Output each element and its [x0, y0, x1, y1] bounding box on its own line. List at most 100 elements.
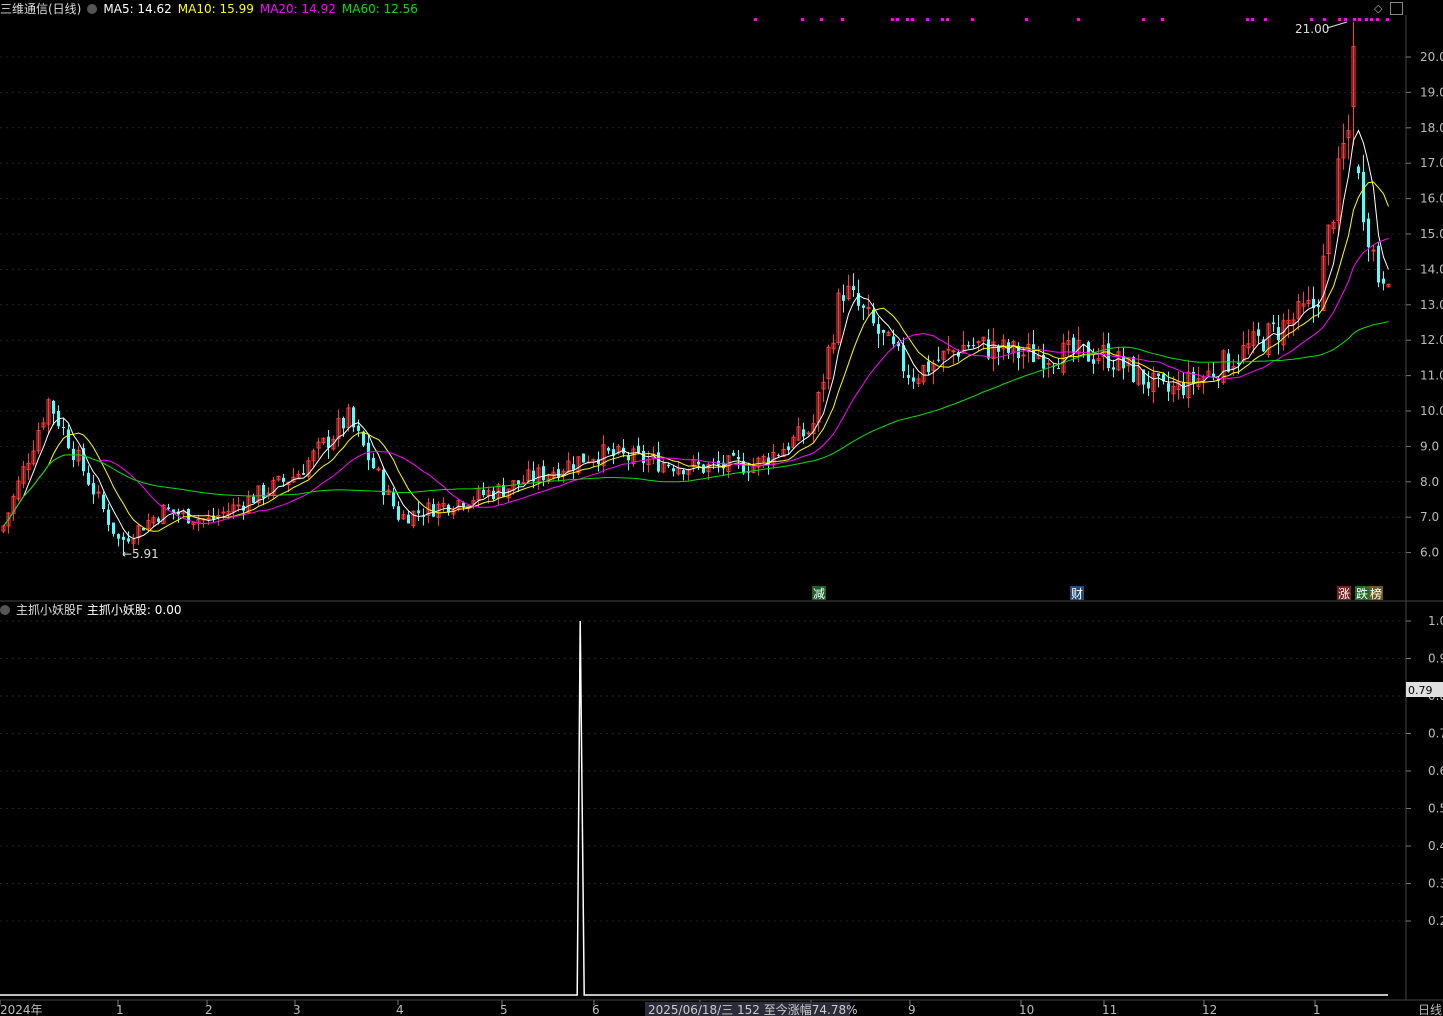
signal-dot [906, 18, 909, 21]
candle-body-down [657, 452, 660, 472]
candle-body-down [1227, 353, 1230, 372]
sub-y-tick-label: 0.5 [1428, 802, 1443, 816]
candle-body-down [397, 506, 400, 520]
signal-dot [1370, 18, 1373, 21]
sub-y-tick-label: 1.0 [1428, 614, 1443, 628]
candle-body-down [1317, 305, 1320, 308]
x-tick-label: 1 [116, 1003, 124, 1016]
candle-body-down [432, 504, 435, 517]
candle-body-down [392, 491, 395, 507]
signal-dot [801, 18, 804, 21]
main-y-tick-label: 9.0 [1420, 439, 1439, 453]
chart-canvas[interactable]: 20.019.018.017.016.015.014.013.012.011.0… [0, 0, 1443, 1016]
signal-dot [1251, 18, 1254, 21]
candle-body-down [1167, 383, 1170, 392]
sub-y-tick-label: 0.7 [1428, 727, 1443, 741]
signal-dot [1246, 18, 1249, 21]
sub-y-tick-label: 0.6 [1428, 764, 1443, 778]
ma-line-ma5 [3, 129, 1389, 540]
candle-body-down [862, 305, 865, 308]
candle-body-down [912, 377, 915, 382]
candle-body-down [127, 538, 130, 542]
candle-body-down [1182, 382, 1185, 396]
candle-body-down [407, 514, 410, 524]
candle-body-down [117, 534, 120, 539]
candle-body-down [112, 522, 115, 534]
candle-body-down [802, 429, 805, 437]
candle-body-down [972, 345, 975, 347]
indicator-toggle-icon[interactable] [0, 605, 10, 615]
x-tick-label: 12 [1202, 1003, 1217, 1016]
candle-body-down [882, 329, 885, 333]
signal-dot [891, 18, 894, 21]
candle-body-up [1021, 354, 1026, 357]
settings-toggle-icon[interactable] [87, 4, 98, 14]
candle-body-down [367, 442, 370, 461]
candle-body-down [72, 448, 75, 460]
candle-body-down [1367, 218, 1370, 248]
main-y-tick-label: 18.0 [1420, 121, 1443, 135]
candle-body-down [582, 453, 585, 463]
signal-dot [1264, 18, 1267, 21]
candle-body-down [342, 418, 345, 429]
x-tick-label: 2 [205, 1003, 213, 1016]
candle-body-up [236, 504, 241, 507]
candle-body-down [482, 489, 485, 495]
candle-body-down [372, 457, 375, 469]
event-marker-label: 减 [813, 587, 825, 601]
event-marker-label: 财 [1071, 587, 1083, 601]
main-y-tick-label: 17.0 [1420, 156, 1443, 170]
main-y-tick-label: 20.0 [1420, 50, 1443, 64]
candle-body-down [1092, 359, 1095, 364]
signal-dot [1344, 18, 1347, 21]
main-y-tick-label: 10.0 [1420, 404, 1443, 418]
candle-body-down [697, 461, 700, 465]
x-tick-label: 6 [592, 1003, 600, 1016]
x-tick-label: 2024年 [0, 1003, 43, 1016]
candle-body-down [167, 507, 170, 509]
candle-body-down [1087, 342, 1090, 362]
candle-body-down [877, 324, 880, 334]
x-tick-label: 1 [1313, 1003, 1321, 1016]
signal-dot [841, 18, 844, 21]
ma5-label: MA5: 14.62 [103, 2, 172, 16]
candle-body-down [702, 464, 705, 473]
ma20-label: MA20: 14.92 [259, 2, 336, 16]
ma60-label: MA60: 12.56 [341, 2, 418, 16]
candle-body-down [737, 456, 740, 460]
candle-body-down [502, 485, 505, 497]
signal-dot [1025, 18, 1028, 21]
candle-body-down [357, 425, 360, 431]
candle-body-down [302, 473, 305, 475]
candle-body-down [417, 510, 420, 514]
candle-body-down [642, 450, 645, 464]
high-price-label: 21.00 [1295, 22, 1329, 36]
signal-dot [946, 18, 949, 21]
signal-dot [1376, 18, 1379, 21]
candle-body-down [902, 345, 905, 372]
candle-body-up [376, 468, 381, 471]
candle-body-down [1277, 327, 1280, 341]
candle-body-down [892, 336, 895, 345]
candle-body-down [122, 536, 125, 540]
ma-line-ma60 [3, 321, 1389, 527]
candle-body-up [951, 350, 956, 353]
window-toggle-icon[interactable] [1390, 2, 1403, 15]
event-marker-label: 跌 [1356, 586, 1368, 601]
candle-body-down [1257, 329, 1260, 336]
candle-body-down [1382, 278, 1385, 284]
candle-body-down [667, 464, 670, 467]
candle-body-down [1272, 322, 1275, 325]
signal-dot [1353, 18, 1356, 21]
candle-body-down [52, 400, 55, 414]
x-tick-label: 9 [908, 1003, 916, 1016]
signal-dot [1365, 18, 1368, 21]
candle-body-down [107, 509, 110, 525]
candle-body-down [607, 447, 610, 451]
diamond-icon[interactable]: ◇ [1374, 2, 1382, 15]
stock-title: 三维通信(日线) [0, 2, 82, 16]
status-bar-text: 2025/06/18/三 152 至今涨幅74.78% [648, 1002, 858, 1016]
candle-body-up [806, 432, 811, 435]
main-y-tick-label: 8.0 [1420, 475, 1439, 489]
candle-body-down [1112, 367, 1115, 370]
